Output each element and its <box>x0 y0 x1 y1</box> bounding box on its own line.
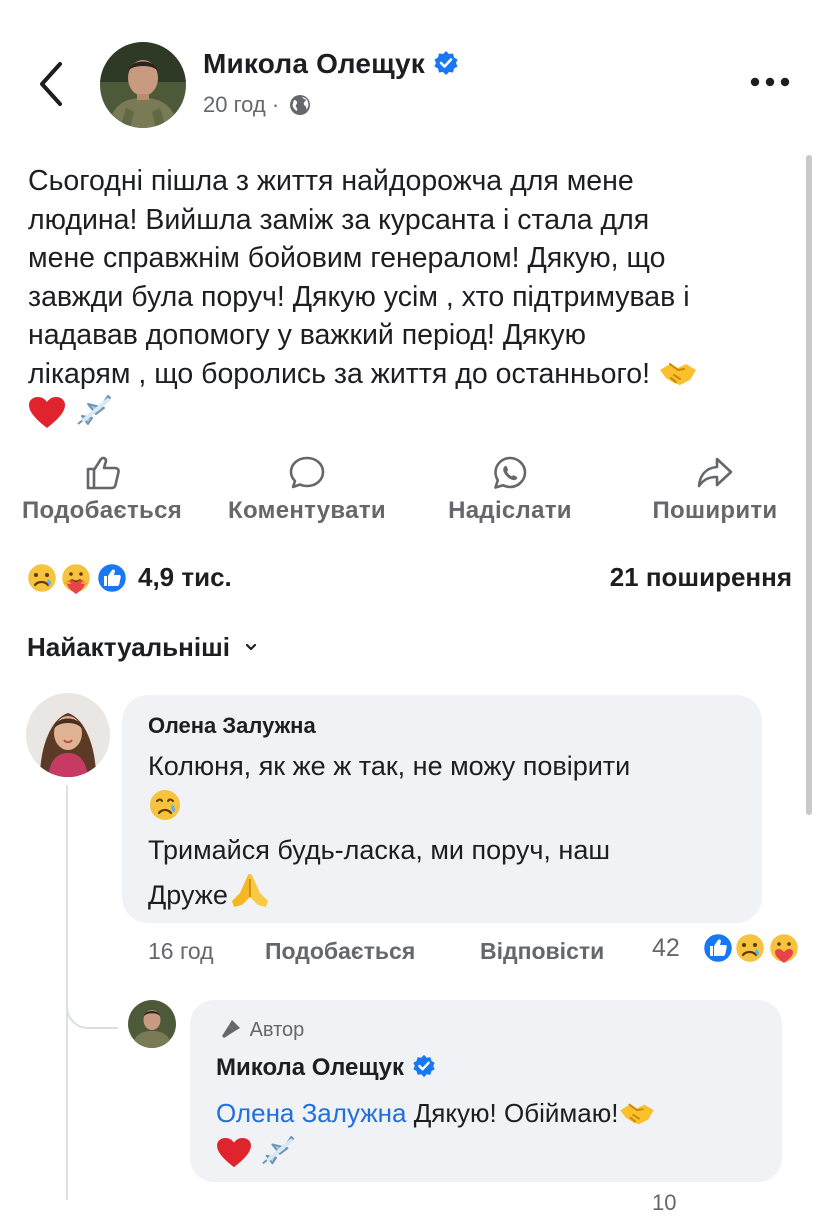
thumbs-up-icon <box>86 456 120 490</box>
comment-text-line: Тримайся будь-ласка, ми поруч, наш <box>148 835 610 865</box>
reactions-count[interactable]: 4,9 тис. <box>138 562 232 593</box>
reply-emoji-line <box>216 1134 766 1176</box>
sad-face-icon <box>25 561 59 595</box>
send-button[interactable]: Надіслати <box>436 455 584 525</box>
thread-line <box>66 1030 68 1200</box>
reply-author-name-text[interactable]: Микола Олещук <box>216 1054 404 1081</box>
crying-face-icon <box>150 790 180 820</box>
meta-separator: · <box>271 92 280 117</box>
public-globe-icon <box>290 95 311 115</box>
share-button[interactable]: Поширити <box>640 455 790 525</box>
post-time[interactable]: 20 год <box>203 92 266 117</box>
post-text-line: мене справжнім бойовим генералом! Дякую,… <box>28 242 666 275</box>
red-heart-icon <box>217 1137 251 1168</box>
comment-label: Коментувати <box>228 497 386 524</box>
reply-author-name[interactable]: Микола Олещук <box>216 1054 436 1082</box>
reply-author-avatar[interactable] <box>128 1000 176 1048</box>
post-text-line: людина! Вийшла заміж за курсанта і стала… <box>28 203 650 236</box>
comment-author-name[interactable]: Олена Залужна <box>148 713 316 739</box>
comment-text-line-with-emoji: Друже <box>148 871 748 916</box>
post-body: Сьогодні пішла з життя найдорожча для ме… <box>28 162 798 435</box>
reaction-summary[interactable] <box>24 560 134 596</box>
post-text-line: завжди була поруч! Дякую усім , хто підт… <box>28 280 690 313</box>
thread-connector <box>66 985 118 1029</box>
reply-text-line: Олена Залужна Дякую! Обіймаю! <box>216 1092 766 1134</box>
comment-text-line: Колюня, як же ж так, не можу повірити <box>148 751 631 781</box>
like-button[interactable]: Подобається <box>12 455 192 525</box>
like-icon <box>95 561 129 595</box>
comment-emoji-line <box>148 787 748 829</box>
author-badge-label: Автор <box>249 1019 305 1041</box>
folded-hands-icon <box>231 874 268 907</box>
shares-count[interactable]: 21 поширення <box>610 562 792 593</box>
author-name-text[interactable]: Микола Олещук <box>203 48 425 79</box>
comment-text-line: Друже <box>148 880 228 910</box>
author-avatar[interactable] <box>100 42 186 128</box>
comment-reply-button[interactable]: Відповісти <box>480 938 604 965</box>
comment-reaction-count[interactable]: 42 <box>652 934 680 963</box>
send-label: Надіслати <box>448 497 572 524</box>
verified-badge-icon <box>434 51 458 75</box>
care-face-icon <box>767 931 801 965</box>
post-author-name[interactable]: Микола Олещук <box>203 48 459 80</box>
post-meta: 20 год · <box>203 92 311 118</box>
comment-like-button[interactable]: Подобається <box>265 938 415 965</box>
chevron-down-icon <box>245 643 257 651</box>
comments-sort-dropdown[interactable]: Найактуальніші <box>27 632 258 663</box>
commenter-avatar[interactable] <box>26 693 110 777</box>
post-text-line: Сьогодні пішла з життя найдорожча для ме… <box>28 165 634 197</box>
author-badge: Автор <box>218 1018 304 1042</box>
comment-bubble-icon <box>289 456 325 489</box>
reply-message: Дякую! Обіймаю! <box>413 1098 619 1128</box>
post-emoji-line <box>28 394 798 436</box>
comment-button[interactable]: Коментувати <box>216 455 398 525</box>
post-text-line: надавав допомогу у важкий період! Дякую <box>28 319 587 352</box>
back-arrow-icon[interactable] <box>30 58 78 110</box>
reply-reaction-count[interactable]: 10 <box>652 1190 676 1216</box>
like-icon <box>701 931 735 965</box>
comment-text: Колюня, як же ж так, не можу повірити Тр… <box>148 745 748 916</box>
comment-time[interactable]: 16 год <box>148 938 214 965</box>
scrollbar[interactable] <box>806 155 812 815</box>
more-options-icon[interactable] <box>748 72 792 92</box>
share-label: Поширити <box>652 497 778 524</box>
microphone-icon <box>222 1020 240 1038</box>
mention-link[interactable]: Олена Залужна <box>216 1098 406 1128</box>
like-label: Подобається <box>21 497 183 524</box>
airplane-icon <box>77 394 111 425</box>
verified-badge-icon <box>413 1054 435 1078</box>
comment-reactions[interactable] <box>700 930 804 966</box>
sort-label: Найактуальніші <box>27 632 230 662</box>
red-heart-icon <box>29 396 65 428</box>
care-face-icon <box>59 561 93 595</box>
airplane-icon <box>262 1135 295 1165</box>
handshake-icon <box>659 362 696 385</box>
handshake-icon <box>620 1103 655 1125</box>
whatsapp-icon <box>494 456 527 489</box>
share-arrow-icon <box>697 457 733 488</box>
post-text-line-with-emoji: лікарям , що боролись за життя до останн… <box>28 355 798 394</box>
sad-face-icon <box>733 931 767 965</box>
post-text-line: лікарям , що боролись за життя до останн… <box>28 357 651 390</box>
reply-text: Олена Залужна Дякую! Обіймаю! <box>216 1092 766 1176</box>
